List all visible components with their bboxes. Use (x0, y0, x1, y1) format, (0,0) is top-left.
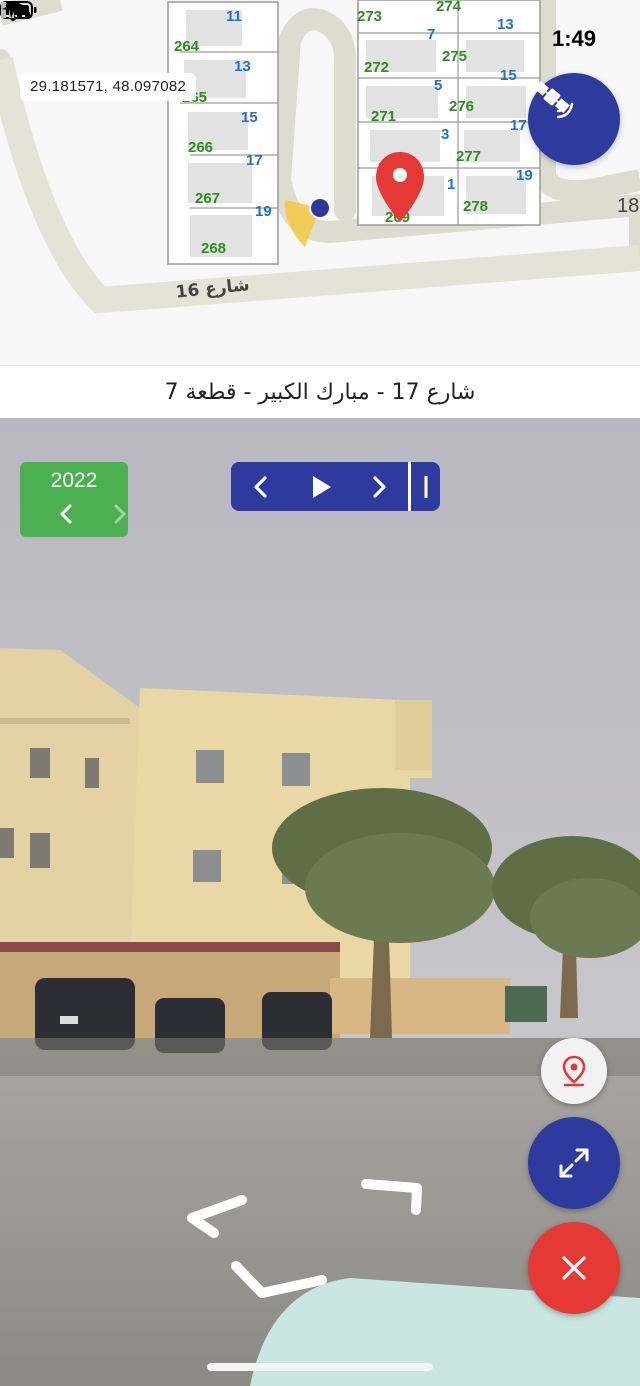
plot-number: 276 (449, 98, 474, 115)
plot-number: 271 (371, 108, 396, 125)
play-button[interactable] (301, 462, 341, 511)
plot-number: 273 (357, 8, 382, 25)
plot-number: 11 (226, 8, 242, 25)
close-icon (562, 1256, 586, 1280)
plot-number: 3 (441, 126, 449, 143)
satellite-view-button[interactable] (528, 73, 620, 165)
location-arrow-icon (2, 2, 18, 18)
slider-bar-icon (424, 475, 428, 498)
player-divider (408, 462, 411, 511)
close-street-view-button[interactable] (528, 1222, 620, 1314)
home-indicator[interactable] (207, 1363, 433, 1371)
plot-number: 264 (174, 38, 200, 55)
user-location-dot-icon (309, 197, 331, 219)
chevron-right-icon (373, 475, 386, 498)
pin-location-icon (562, 1055, 586, 1087)
plot-number: 17 (510, 117, 527, 134)
plot-number: 275 (442, 48, 467, 65)
address-bar: شارع 17 - مبارك الكبير - قطعة 7 (0, 365, 640, 419)
map-edge-label: 18 (617, 195, 639, 217)
satellite-icon (534, 80, 574, 119)
previous-button[interactable] (243, 462, 279, 511)
plot-number: 278 (463, 198, 488, 215)
plot-number: 15 (500, 67, 517, 84)
fullscreen-button[interactable] (528, 1117, 620, 1209)
chevron-right-icon[interactable] (108, 502, 130, 526)
play-icon (313, 475, 331, 498)
map-canvas[interactable]: 264 265 266 267 268 273 272 271 270 269 … (0, 0, 640, 365)
expand-icon (559, 1148, 589, 1178)
plot-number: 17 (246, 152, 263, 169)
plot-number: 7 (427, 26, 435, 43)
plot-number: 19 (255, 203, 272, 220)
plot-number: 5 (434, 77, 442, 94)
plot-number: 19 (516, 167, 533, 184)
plot-number: 1 (447, 176, 455, 193)
plot-number: 15 (241, 109, 258, 126)
next-button[interactable] (361, 462, 397, 511)
show-pin-location-button[interactable] (541, 1038, 607, 1104)
address-text: شارع 17 - مبارك الكبير - قطعة 7 (164, 379, 476, 405)
status-time: 1:49 (551, 26, 596, 51)
plot-number: 274 (436, 0, 462, 15)
plot-number: 277 (456, 148, 481, 165)
year-label: 2022 (50, 469, 98, 492)
map-view[interactable]: 264 265 266 267 268 273 272 271 270 269 … (0, 0, 640, 365)
plot-number: 272 (364, 59, 389, 76)
speed-slider-handle[interactable] (413, 462, 439, 511)
coordinates-label: 29.181571, 48.097082 (20, 73, 197, 101)
plot-number: 268 (201, 240, 226, 257)
chevron-left-icon (254, 475, 267, 498)
plot-number: 267 (195, 190, 220, 207)
plot-number: 13 (234, 58, 251, 75)
chevron-left-icon[interactable] (56, 502, 78, 526)
plot-number: 266 (188, 139, 213, 156)
plot-number: 13 (497, 16, 514, 33)
year-selector: 2022 (20, 462, 128, 537)
